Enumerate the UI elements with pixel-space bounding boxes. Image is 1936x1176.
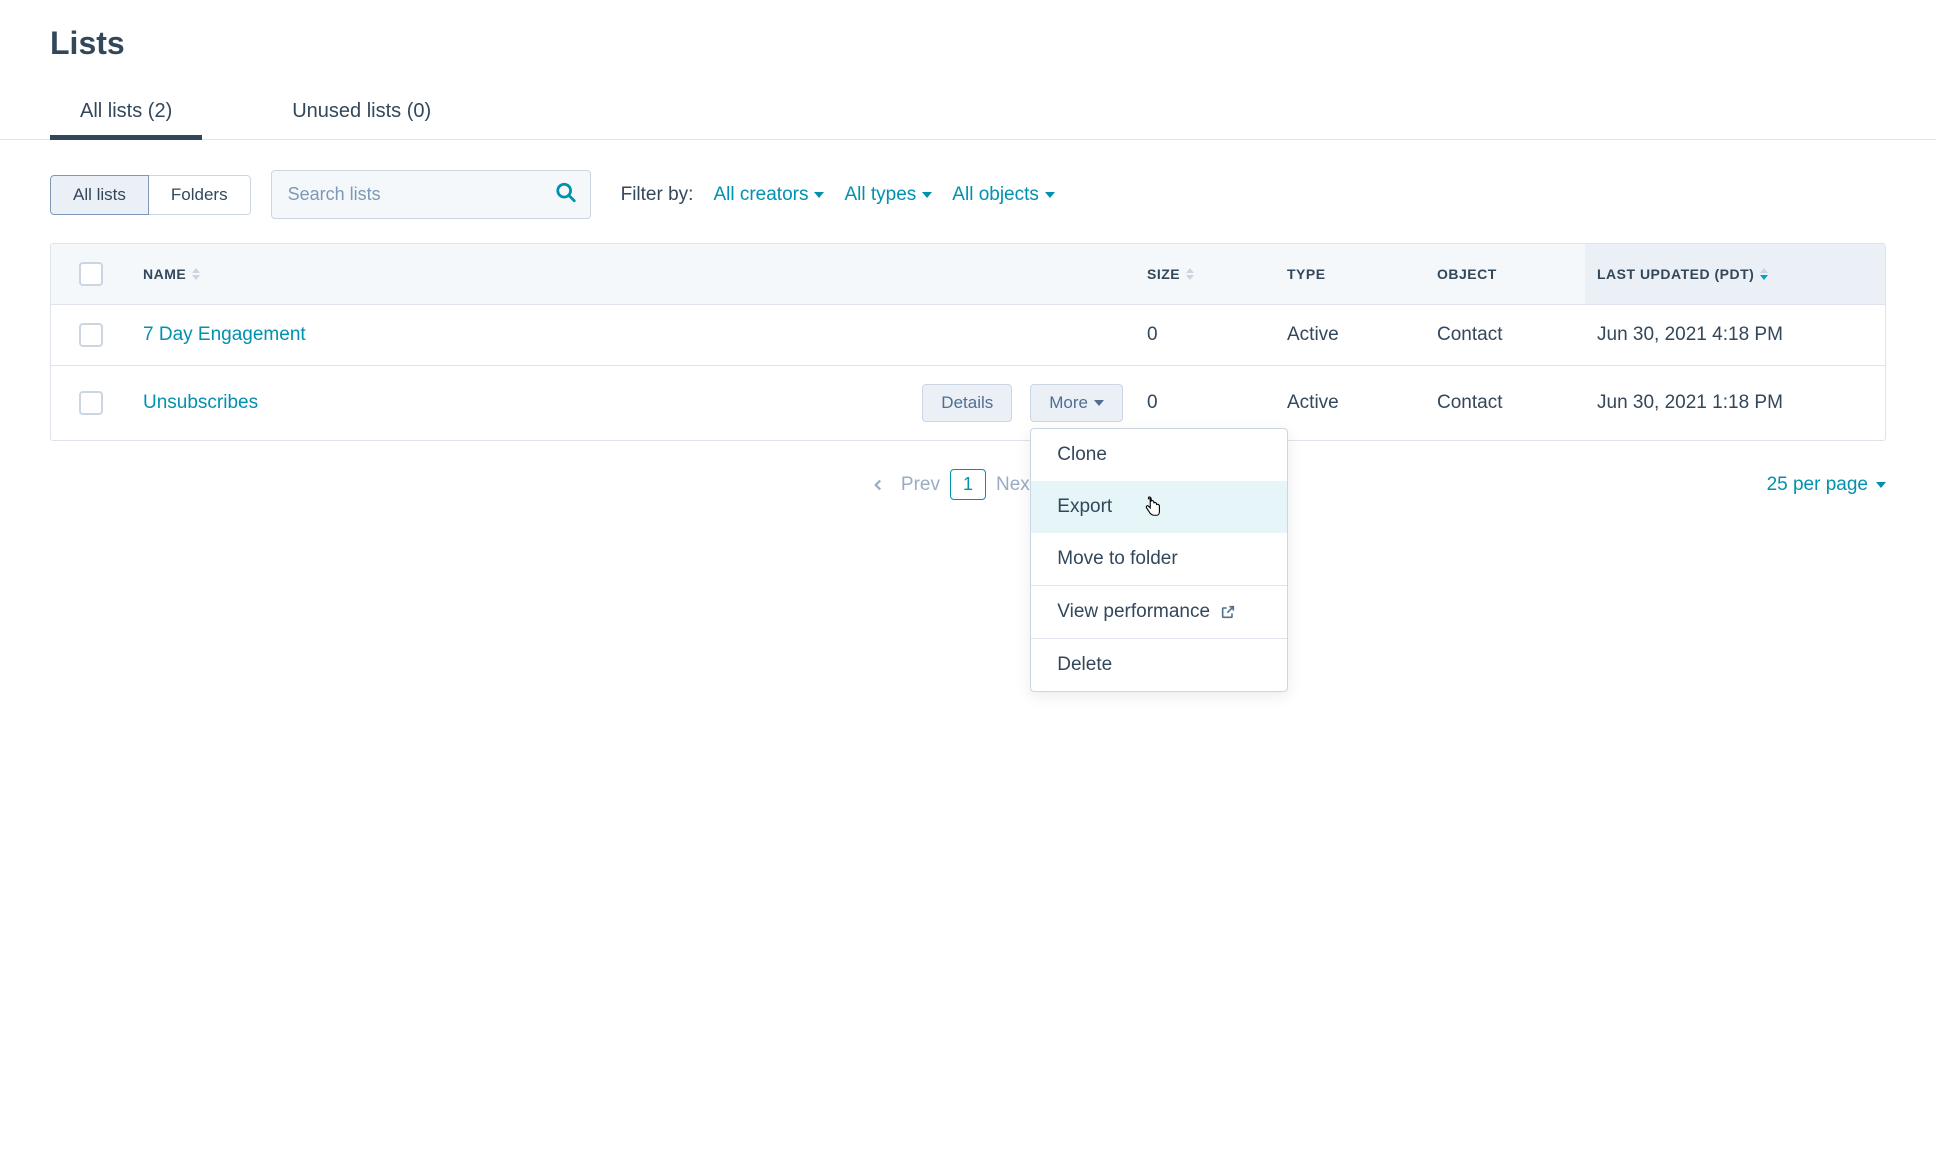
view-toggle-folders[interactable]: Folders <box>149 175 251 215</box>
sort-icon <box>1760 268 1768 280</box>
table-footer: Prev 1 Next 25 per page <box>0 441 1936 510</box>
per-page-label: 25 per page <box>1767 474 1868 496</box>
row-actions: Details More Clone Export <box>922 384 1123 422</box>
column-type-label: TYPE <box>1287 266 1326 282</box>
column-name[interactable]: NAME <box>131 244 1135 304</box>
menu-view-performance-label: View performance <box>1057 601 1210 623</box>
filter-creators[interactable]: All creators <box>713 184 824 206</box>
table-header: NAME SIZE TYPE OBJECT LAST UPDATED (PDT) <box>51 244 1885 305</box>
search-icon[interactable] <box>555 181 577 208</box>
column-updated[interactable]: LAST UPDATED (PDT) <box>1585 244 1885 304</box>
cell-size: 0 <box>1135 306 1275 364</box>
cell-type: Active <box>1275 306 1425 364</box>
filter-creators-label: All creators <box>713 184 808 206</box>
column-object: OBJECT <box>1425 244 1585 304</box>
view-toggle: All lists Folders <box>50 175 251 215</box>
cell-object: Contact <box>1425 374 1585 432</box>
filter-by-label: Filter by: <box>621 184 694 206</box>
caret-down-icon <box>814 192 824 198</box>
cell-object: Contact <box>1425 306 1585 364</box>
tab-unused-lists[interactable]: Unused lists (0) <box>262 82 461 139</box>
external-link-icon <box>1220 604 1236 620</box>
sort-icon <box>1186 268 1194 280</box>
caret-down-icon <box>1094 400 1104 406</box>
list-name-link[interactable]: 7 Day Engagement <box>143 324 306 345</box>
select-all-checkbox[interactable] <box>79 262 103 286</box>
lists-table: NAME SIZE TYPE OBJECT LAST UPDATED (PDT) <box>50 243 1886 441</box>
more-dropdown: Clone Export Move to folder View perfo <box>1030 428 1288 692</box>
pager-prev-label[interactable]: Prev <box>901 474 940 496</box>
list-name-link[interactable]: Unsubscribes <box>143 392 258 414</box>
search-input[interactable] <box>271 170 591 219</box>
page-title: Lists <box>0 0 1936 82</box>
per-page-selector[interactable]: 25 per page <box>1767 474 1886 496</box>
caret-down-icon <box>1876 482 1886 488</box>
menu-clone[interactable]: Clone <box>1031 429 1287 481</box>
menu-delete[interactable]: Delete <box>1031 638 1287 691</box>
tabs-bar: All lists (2) Unused lists (0) <box>0 82 1936 140</box>
more-button-label: More <box>1049 393 1088 413</box>
view-toggle-all-lists[interactable]: All lists <box>50 175 149 215</box>
menu-view-performance[interactable]: View performance <box>1031 585 1287 638</box>
column-name-label: NAME <box>143 266 186 282</box>
caret-down-icon <box>1045 192 1055 198</box>
cell-size: 0 <box>1135 374 1275 432</box>
filter-types-label: All types <box>844 184 916 206</box>
controls-row: All lists Folders Filter by: All creator… <box>0 140 1936 243</box>
row-checkbox-cell <box>51 305 131 365</box>
cursor-pointer-icon <box>1142 496 1164 518</box>
table-row: Unsubscribes Details More Clone Exp <box>51 366 1885 440</box>
menu-export[interactable]: Export <box>1031 481 1287 533</box>
row-checkbox-cell <box>51 373 131 433</box>
table-row: 7 Day Engagement 0 Active Contact Jun 30… <box>51 305 1885 366</box>
menu-move-to-folder[interactable]: Move to folder <box>1031 533 1287 585</box>
cell-updated: Jun 30, 2021 1:18 PM <box>1585 374 1885 432</box>
cell-updated: Jun 30, 2021 4:18 PM <box>1585 306 1885 364</box>
filter-objects[interactable]: All objects <box>952 184 1055 206</box>
details-button[interactable]: Details <box>922 384 1012 422</box>
row-checkbox[interactable] <box>79 391 103 415</box>
cell-name: Unsubscribes Details More Clone Exp <box>131 366 1135 440</box>
filter-types[interactable]: All types <box>844 184 932 206</box>
column-type: TYPE <box>1275 244 1425 304</box>
row-checkbox[interactable] <box>79 323 103 347</box>
menu-export-label: Export <box>1057 496 1112 518</box>
filter-objects-label: All objects <box>952 184 1039 206</box>
column-size-label: SIZE <box>1147 266 1180 282</box>
header-checkbox-cell <box>51 244 131 304</box>
caret-down-icon <box>922 192 932 198</box>
column-object-label: OBJECT <box>1437 266 1497 282</box>
sort-icon <box>192 268 200 280</box>
more-button[interactable]: More <box>1030 384 1123 422</box>
pager-page-number[interactable]: 1 <box>950 469 986 500</box>
search-wrap <box>271 170 591 219</box>
column-updated-label: LAST UPDATED (PDT) <box>1597 266 1754 282</box>
column-size[interactable]: SIZE <box>1135 244 1275 304</box>
pager-prev-arrow[interactable] <box>865 472 891 498</box>
tab-all-lists[interactable]: All lists (2) <box>50 82 202 139</box>
cell-name: 7 Day Engagement <box>131 306 1135 364</box>
pager-next-label[interactable]: Next <box>996 474 1035 496</box>
cell-type: Active <box>1275 374 1425 432</box>
